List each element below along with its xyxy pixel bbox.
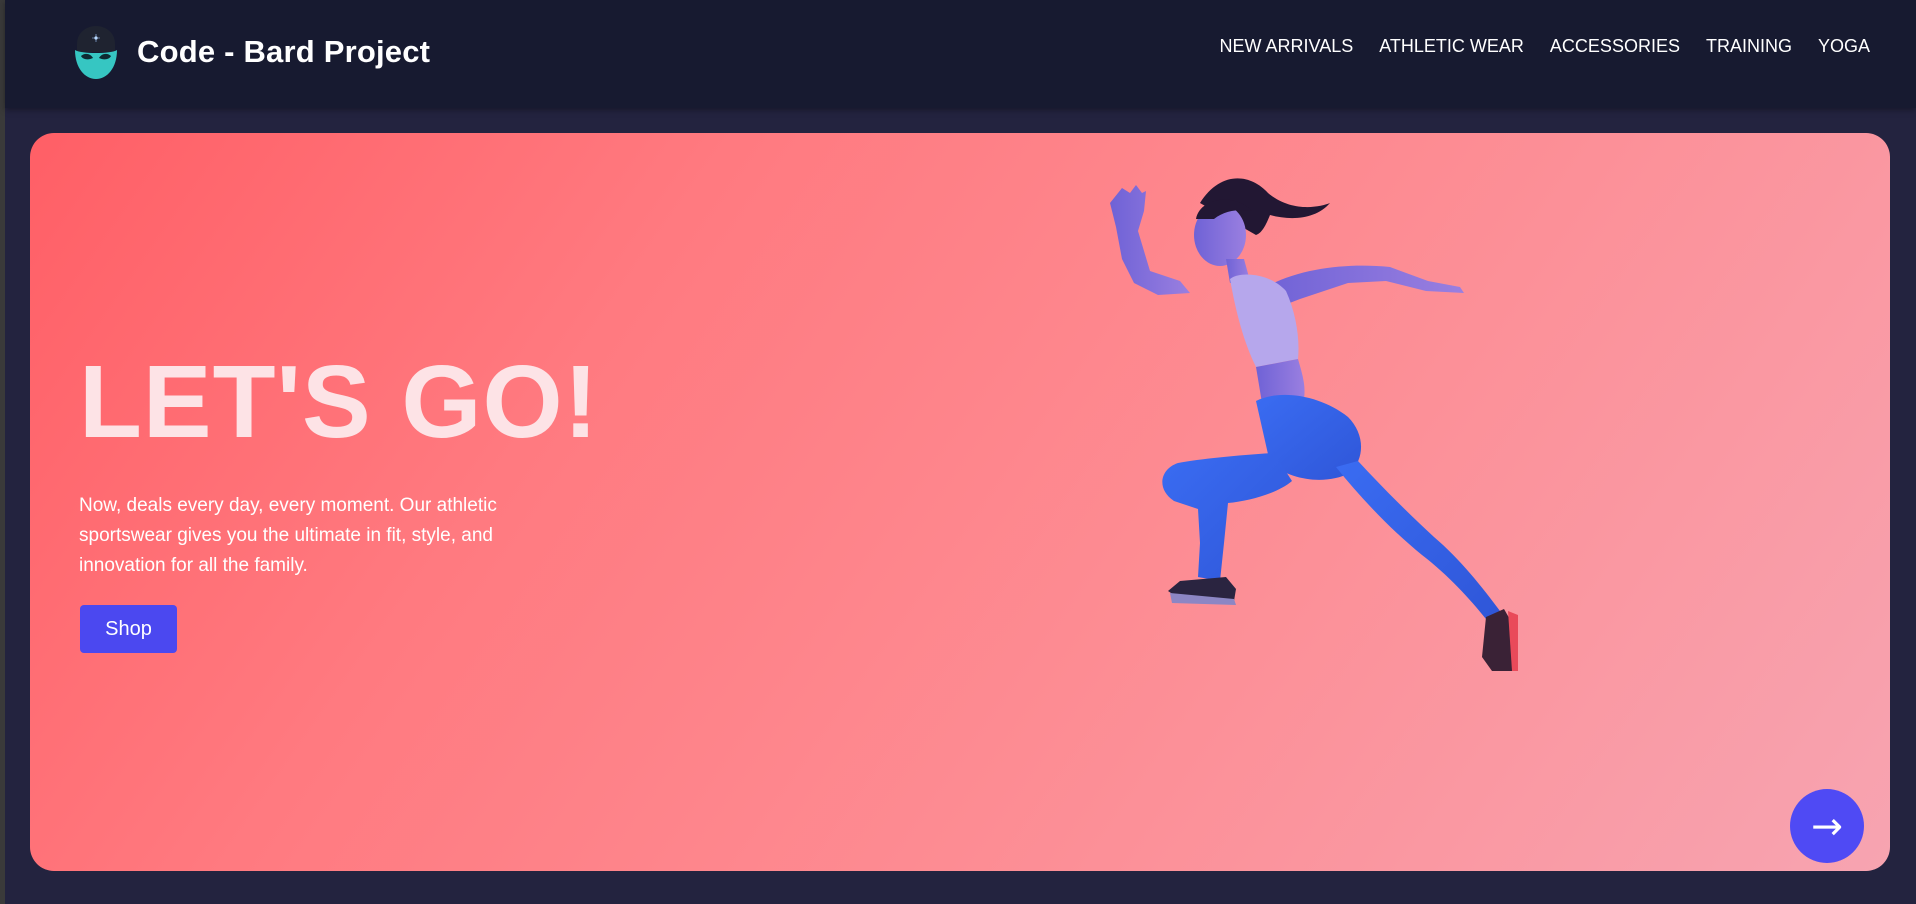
next-slide-button[interactable]: → <box>1790 789 1864 863</box>
nav-link-training[interactable]: TRAINING <box>1706 36 1792 57</box>
brand-title: Code - Bard Project <box>137 34 431 69</box>
brand[interactable]: Code - Bard Project <box>71 24 430 80</box>
nav-link-accessories[interactable]: ACCESSORIES <box>1550 36 1680 57</box>
hero-heading: LET'S GO! <box>79 344 599 459</box>
masked-face-logo-icon <box>75 26 117 79</box>
hero-description: Now, deals every day, every moment. Our … <box>79 495 497 576</box>
runner-photo <box>1110 178 1518 671</box>
main-nav: NEW ARRIVALS ATHLETIC WEAR ACCESSORIES T… <box>1220 36 1870 57</box>
window-edge <box>0 0 5 904</box>
nav-link-athletic-wear[interactable]: ATHLETIC WEAR <box>1379 36 1524 57</box>
shop-button[interactable]: Shop <box>80 605 177 653</box>
nav-link-yoga[interactable]: YOGA <box>1818 36 1870 57</box>
hero-banner: LET'S GO! Now, deals every day, every mo… <box>30 133 1890 871</box>
navbar: Code - Bard Project NEW ARRIVALS ATHLETI… <box>5 0 1916 108</box>
arrow-right-icon: → <box>1811 804 1843 848</box>
nav-link-new-arrivals[interactable]: NEW ARRIVALS <box>1220 36 1354 57</box>
